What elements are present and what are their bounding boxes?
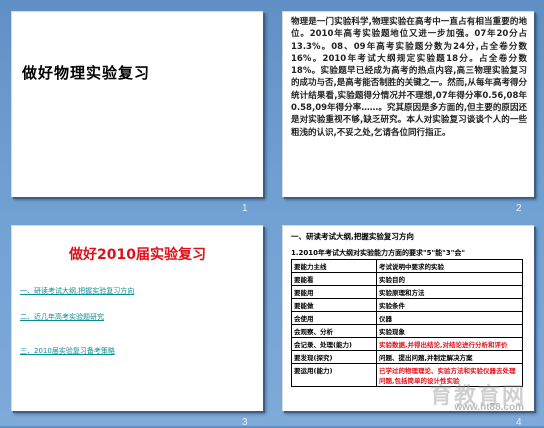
- table-row: 会记录、处理(能力) 实验数据,并得出结论,对结论进行分析和评价: [291, 337, 523, 351]
- table-cell-item: 要发现(探究): [291, 350, 377, 364]
- table-cell-item: 要能用: [291, 285, 377, 299]
- slide-subheading: 1.2010年考试大纲对实验能力方面的要求"5"能"3"会": [291, 249, 465, 257]
- slide-thumbnail-1[interactable]: 做好物理实验复习: [11, 11, 263, 197]
- slide-link-3[interactable]: 三、2010届实验复习备考策略: [20, 346, 115, 356]
- slide-link-1[interactable]: 一、研读考试大纲,把握实验复习方向: [20, 286, 134, 296]
- slide-title: 做好物理实验复习: [22, 64, 151, 82]
- table-cell-requirement: 实验条件: [376, 298, 523, 312]
- table-cell-item: 要能看: [291, 272, 377, 286]
- table-cell-requirement: 仪器: [376, 311, 523, 325]
- table-cell-requirement: 问题、提出问题,并制定解决方案: [376, 350, 523, 364]
- slide-number: 2: [516, 203, 522, 214]
- slide-number: 1: [242, 203, 248, 214]
- slide-heading: 一、研读考试大纲,把握实验复习方向: [291, 232, 414, 241]
- table-cell-requirement: 实验现象: [376, 324, 523, 338]
- requirements-table: 要能力主线 考试说明中要求的实验 要能看 实验目的 要能用 实验原理和方法 要能做 实验条件会…: [291, 259, 523, 387]
- table-row: 要能力主线 考试说明中要求的实验: [291, 259, 523, 273]
- slide-thumbnail-3[interactable]: 做好2010届实验复习 一、研读考试大纲,把握实验复习方向 二、近几年高考实验题…: [11, 225, 263, 411]
- slide-body-text: 物理是一门实验科学,物理实验在高考中一直占有相当重要的地位。2010年高考实验题…: [291, 17, 527, 138]
- table-cell-requirement: 考试说明中要求的实验: [376, 259, 523, 273]
- table-cell-item: 会观察、分析: [291, 324, 377, 338]
- table-cell-item: 要运用(能力): [291, 363, 377, 387]
- slide-thumbnail-2[interactable]: 物理是一门实验科学,物理实验在高考中一直占有相当重要的地位。2010年高考实验题…: [282, 11, 534, 197]
- slide-title: 做好2010届实验复习: [69, 247, 206, 263]
- watermark-url: www.ht88.com: [454, 402, 524, 413]
- table-cell-requirement: 实验原理和方法: [376, 285, 523, 299]
- table-row: 要发现(探究) 问题、提出问题,并制定解决方案: [291, 350, 523, 364]
- table-cell-item: 会使用: [291, 311, 377, 325]
- table-row: 会观察、分析 实验现象: [291, 324, 523, 338]
- table-row: 要能看 实验目的: [291, 272, 523, 286]
- table-cell-requirement: 实验数据,并得出结论,对结论进行分析和评价: [376, 337, 523, 351]
- slide-number: 4: [516, 417, 522, 428]
- table-cell-item: 要能做: [291, 298, 377, 312]
- slide-link-2[interactable]: 二、近几年高考实验题研究: [20, 312, 104, 322]
- table-cell-item: 要能力主线: [291, 259, 377, 273]
- table-cell-item: 会记录、处理(能力): [291, 337, 377, 351]
- table-row: 要能用 实验原理和方法: [291, 285, 523, 299]
- table-row: 要能做 实验条件: [291, 298, 523, 312]
- slide-number: 3: [242, 417, 248, 428]
- table-cell-requirement: 实验目的: [376, 272, 523, 286]
- table-row: 会使用 仪器: [291, 311, 523, 325]
